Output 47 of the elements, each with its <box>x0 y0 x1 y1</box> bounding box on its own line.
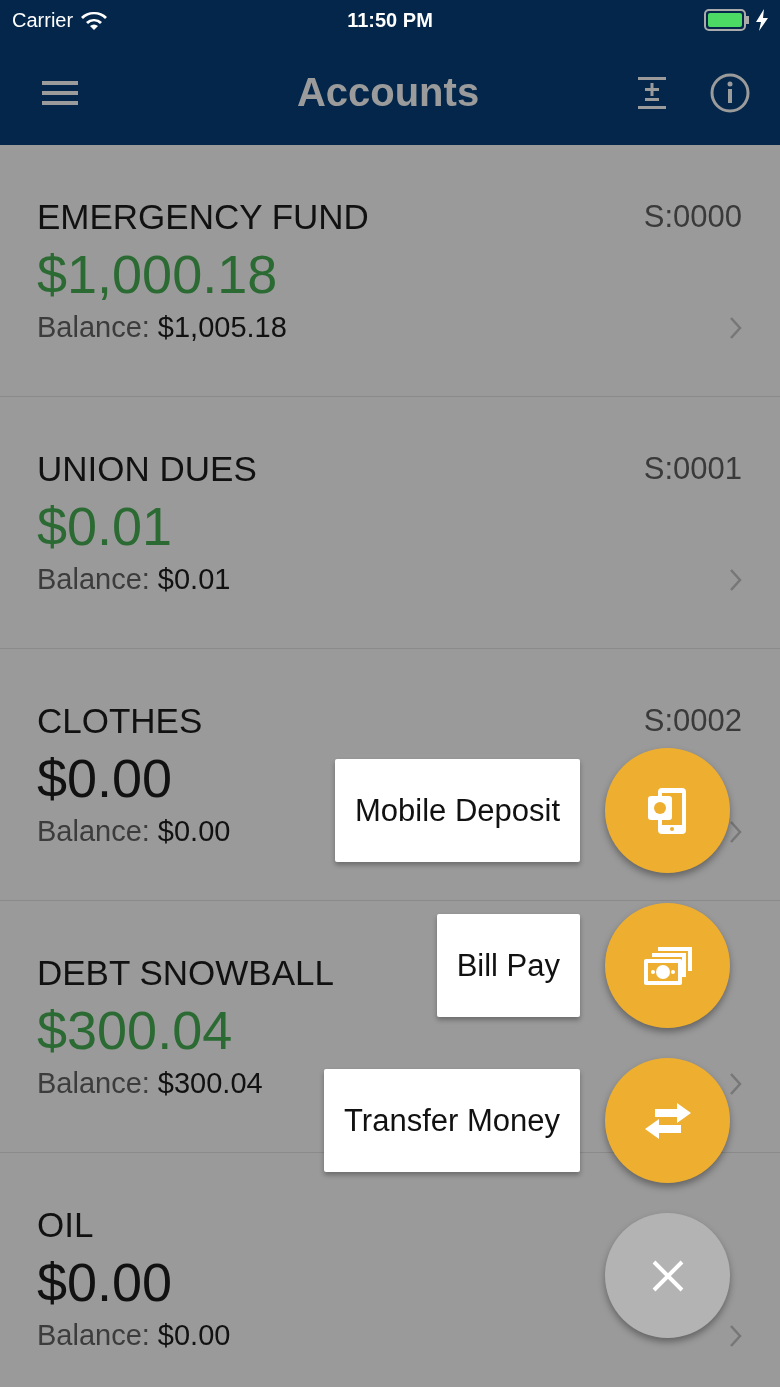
balance-value: $0.00 <box>157 815 231 847</box>
close-icon <box>651 1259 684 1292</box>
expand-collapse-icon[interactable] <box>638 76 666 109</box>
balance-value: $300.04 <box>157 1067 263 1099</box>
account-number: S:0000 <box>643 199 742 235</box>
chevron-right-icon <box>730 316 742 339</box>
menu-icon[interactable] <box>42 80 78 105</box>
account-name: EMERGENCY FUND <box>37 197 369 237</box>
available-amount: $0.00 <box>37 1251 173 1313</box>
balance-label: Balance: <box>37 563 150 595</box>
available-amount: $0.00 <box>37 747 173 809</box>
available-amount: $300.04 <box>37 999 233 1061</box>
action-label[interactable]: Transfer Money <box>324 1069 580 1172</box>
chevron-right-icon <box>730 820 742 843</box>
account-name: UNION DUES <box>37 449 257 489</box>
available-amount: $0.01 <box>37 495 173 557</box>
bolt-icon <box>756 9 768 31</box>
carrier-name: Carrier <box>12 8 74 32</box>
action-label[interactable]: Mobile Deposit <box>334 759 580 862</box>
action-fab[interactable] <box>605 748 730 873</box>
balance-label: Balance: <box>37 1067 150 1099</box>
account-name: OIL <box>37 1205 94 1245</box>
close-fab[interactable] <box>605 1213 730 1338</box>
account-name: CLOTHES <box>37 701 203 741</box>
balance-value: $0.00 <box>157 1319 231 1351</box>
chevron-right-icon <box>730 1072 742 1095</box>
balance-label: Balance: <box>37 311 150 343</box>
available-amount: $1,000.18 <box>37 243 278 305</box>
account-number: S:0002 <box>643 703 742 739</box>
wifi-icon <box>81 10 108 30</box>
balance-value: $1,005.18 <box>157 311 287 343</box>
account-name: DEBT SNOWBALL <box>37 953 334 993</box>
chevron-right-icon <box>730 1324 742 1347</box>
swap-arrows-icon <box>644 1102 691 1139</box>
info-icon[interactable] <box>710 72 750 113</box>
cash-icon <box>643 946 692 985</box>
balance-label: Balance: <box>37 1319 150 1351</box>
action-fab[interactable] <box>605 903 730 1028</box>
action-fab[interactable] <box>605 1058 730 1183</box>
action-label[interactable]: Bill Pay <box>436 914 580 1017</box>
clock-time: 11:50 PM <box>347 8 433 31</box>
balance-label: Balance: <box>37 815 150 847</box>
balance-value: $0.01 <box>157 563 231 595</box>
screen-title: Accounts <box>295 70 481 115</box>
chevron-right-icon <box>730 568 742 591</box>
account-number: S:0001 <box>643 451 742 487</box>
battery-icon <box>704 9 750 31</box>
